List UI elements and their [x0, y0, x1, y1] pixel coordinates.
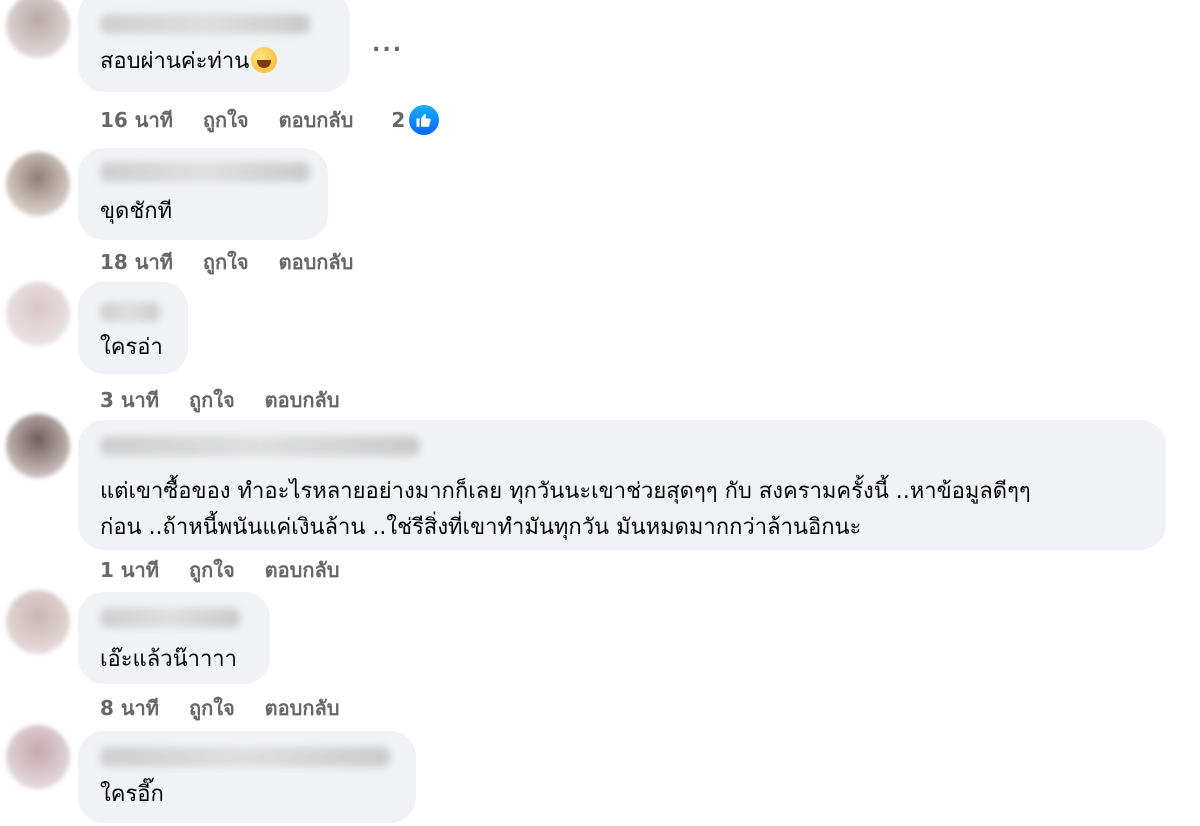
comment: ใครอี๊ก	[0, 725, 1200, 826]
like-button[interactable]: ถูกใจ	[203, 104, 249, 136]
avatar[interactable]	[6, 725, 70, 789]
like-thumb-icon	[409, 105, 440, 135]
comment: เอ๊ะแล้วน๊าาาา 8 นาที ถูกใจ ตอบกลับ	[0, 590, 1200, 725]
comment-actions: 8 นาที ถูกใจ ตอบกลับ	[100, 692, 369, 724]
comment-timestamp[interactable]: 16 นาที	[100, 104, 173, 136]
comment-text: ขุดชักที	[100, 199, 173, 224]
author-name-blurred[interactable]	[100, 162, 310, 182]
reaction-number: 2	[391, 108, 406, 132]
comment-bubble: เอ๊ะแล้วน๊าาาา	[78, 592, 270, 684]
avatar[interactable]	[6, 414, 70, 478]
comment-timestamp[interactable]: 8 นาที	[100, 692, 159, 724]
comment-bubble: ใครอี๊ก	[78, 731, 416, 823]
comment-timestamp[interactable]: 18 นาที	[100, 246, 173, 278]
comment-actions: 18 นาที ถูกใจ ตอบกลับ	[100, 246, 383, 278]
comment-timestamp[interactable]: 1 นาที	[100, 554, 159, 586]
comment-text-line: ก่อน ..ถ้าหนี้พนันแค่เงินล้าน ..ใช่รีสิ่…	[100, 515, 862, 540]
avatar[interactable]	[6, 282, 70, 346]
author-name-blurred[interactable]	[100, 302, 160, 322]
avatar[interactable]	[6, 590, 70, 654]
comment-text: ใครอี๊ก	[100, 782, 164, 807]
comment-actions: 16 นาที ถูกใจ ตอบกลับ 2	[100, 104, 469, 136]
comment-bubble: ขุดชักที	[78, 148, 328, 240]
avatar[interactable]	[6, 0, 70, 58]
author-name-blurred[interactable]	[100, 436, 420, 456]
reply-button[interactable]: ตอบกลับ	[279, 246, 354, 278]
avatar[interactable]	[6, 152, 70, 216]
like-button[interactable]: ถูกใจ	[189, 692, 235, 724]
reply-button[interactable]: ตอบกลับ	[265, 692, 340, 724]
reply-button[interactable]: ตอบกลับ	[279, 104, 354, 136]
like-button[interactable]: ถูกใจ	[189, 554, 235, 586]
comment: สอบผ่านค่ะท่าน ... 16 นาที ถูกใจ ตอบกลับ…	[0, 0, 1200, 140]
comment-text: สอบผ่านค่ะท่าน	[100, 46, 278, 78]
comment-bubble: ใครอ่า	[78, 282, 188, 374]
comment-bubble: สอบผ่านค่ะท่าน	[78, 0, 350, 92]
comment-bubble: แต่เขาซื้อของ ทำอะไรหลายอย่างมากก็เลย ทุ…	[78, 420, 1166, 550]
comment: ขุดชักที 18 นาที ถูกใจ ตอบกลับ	[0, 140, 1200, 280]
comment-text: ใครอ่า	[100, 335, 163, 360]
comment-text: เอ๊ะแล้วน๊าาาา	[100, 647, 238, 672]
comment: ใครอ่า 3 นาที ถูกใจ ตอบกลับ	[0, 280, 1200, 412]
grinning-squinting-face-icon	[251, 47, 278, 73]
more-options-button[interactable]: ...	[372, 32, 403, 57]
author-name-blurred[interactable]	[100, 747, 390, 767]
author-name-blurred[interactable]	[100, 14, 310, 34]
comment-text-line: แต่เขาซื้อของ ทำอะไรหลายอย่างมากก็เลย ทุ…	[100, 479, 1031, 504]
reply-button[interactable]: ตอบกลับ	[265, 554, 340, 586]
like-button[interactable]: ถูกใจ	[203, 246, 249, 278]
comment: แต่เขาซื้อของ ทำอะไรหลายอย่างมากก็เลย ทุ…	[0, 410, 1200, 590]
comment-actions: 1 นาที ถูกใจ ตอบกลับ	[100, 554, 369, 586]
author-name-blurred[interactable]	[100, 608, 240, 628]
reaction-count[interactable]: 2	[391, 105, 469, 135]
